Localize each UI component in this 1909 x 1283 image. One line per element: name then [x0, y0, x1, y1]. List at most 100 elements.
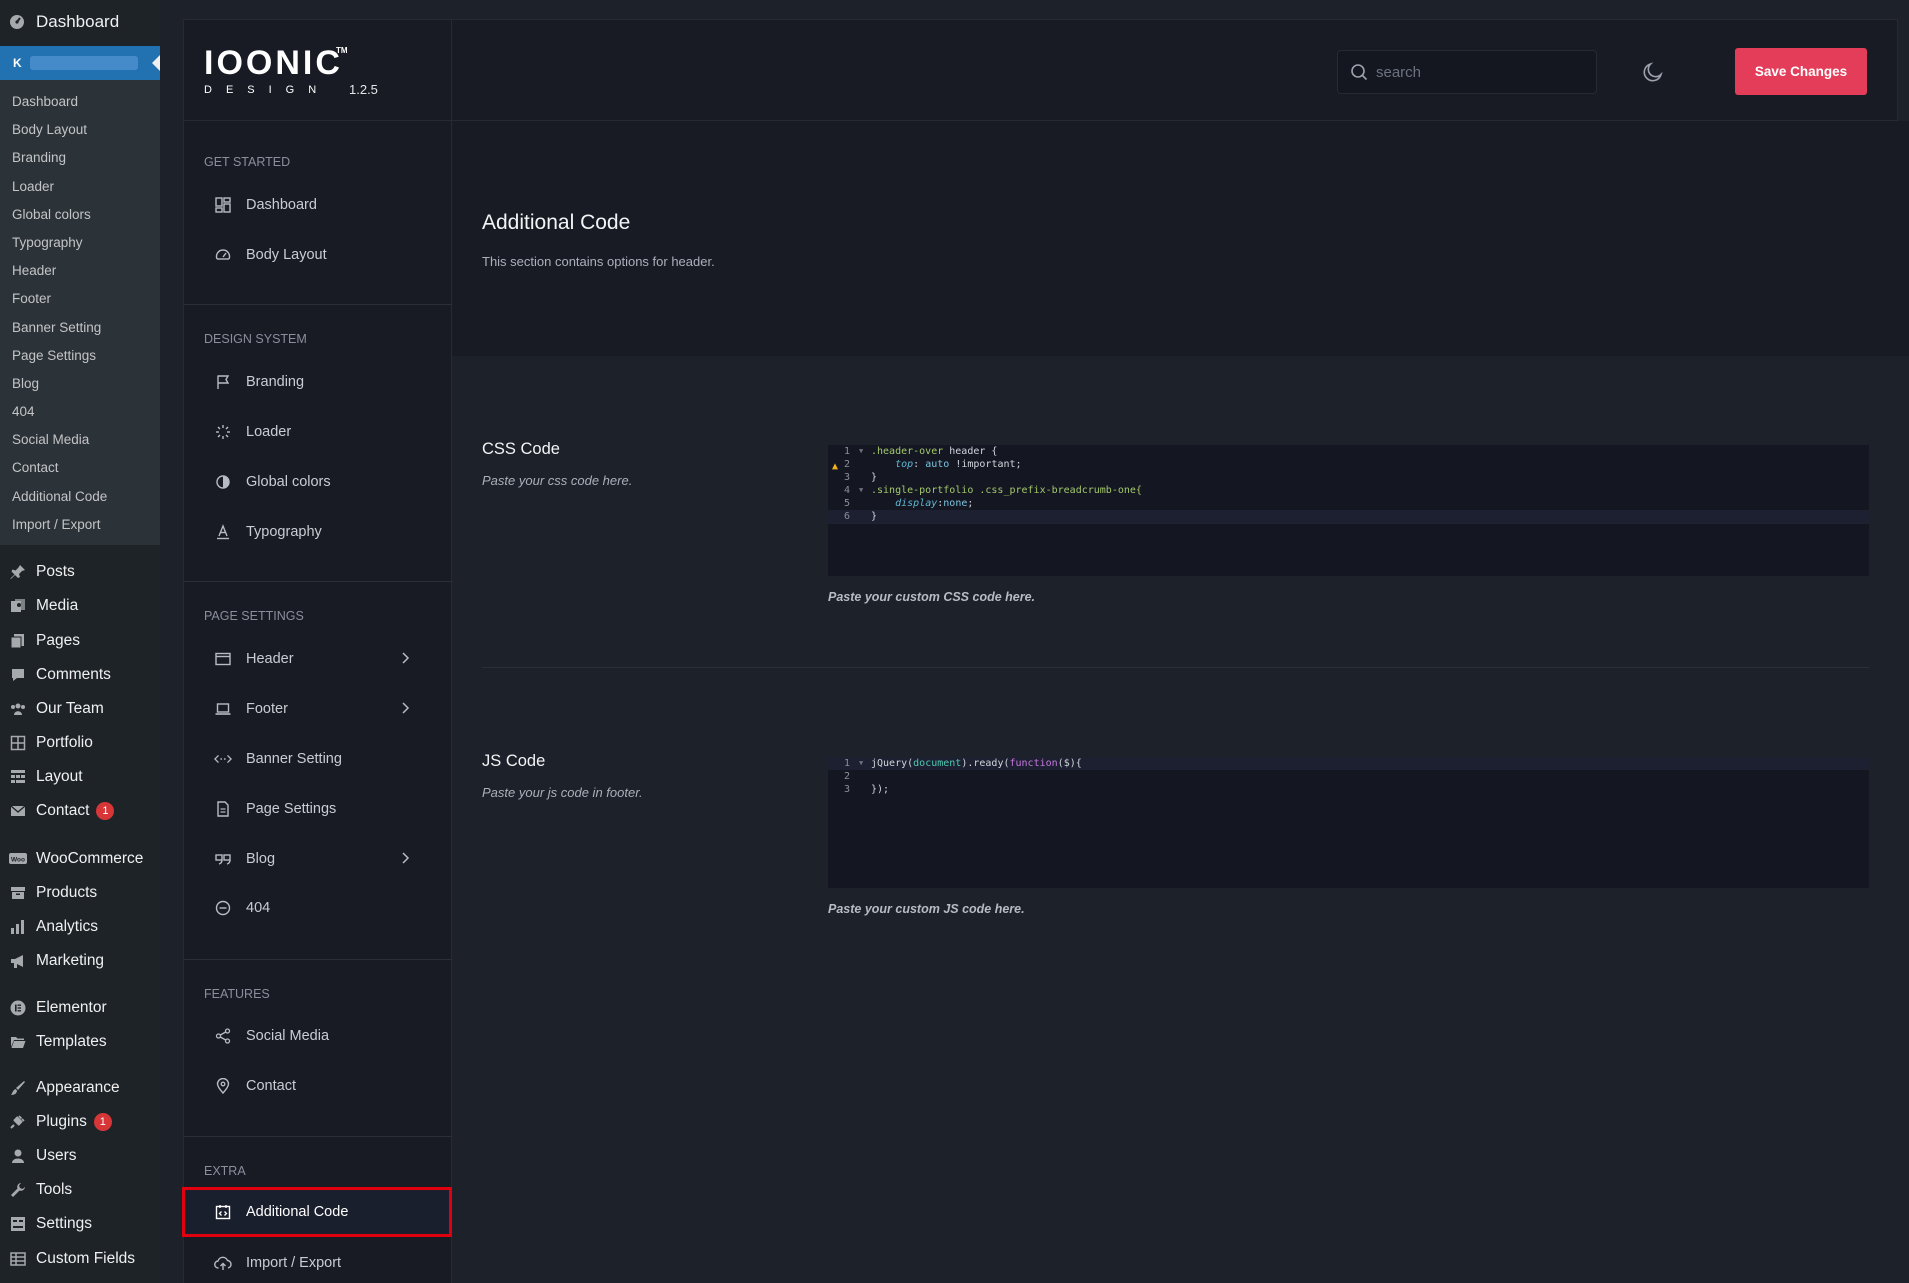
wp-menu-woocommerce[interactable]: Woo WooCommerce	[0, 849, 143, 869]
nav-item-contact[interactable]: Contact	[184, 1061, 452, 1111]
wp-submenu-loader[interactable]: Loader	[0, 173, 160, 201]
wp-menu-media[interactable]: Media	[0, 596, 78, 616]
section-divider	[482, 667, 1869, 668]
wp-menu-custom-fields[interactable]: Custom Fields	[0, 1249, 135, 1269]
nav-item-page-settings[interactable]: Page Settings	[184, 784, 452, 834]
wp-menu-pages-label: Pages	[36, 632, 80, 649]
wp-submenu-blog[interactable]: Blog	[0, 370, 160, 398]
wrench-icon	[8, 1180, 28, 1200]
wp-menu-elementor-label: Elementor	[36, 999, 107, 1016]
wp-submenu-dashboard[interactable]: Dashboard	[0, 88, 160, 116]
code-line: jQuery(document).ready(function($){	[871, 757, 1082, 770]
wp-submenu-header[interactable]: Header	[0, 257, 160, 285]
save-changes-button[interactable]: Save Changes	[1735, 48, 1867, 95]
wp-menu-analytics-label: Analytics	[36, 918, 99, 935]
js-line-numbers: 1 2 3	[828, 757, 858, 796]
wp-menu-layout[interactable]: Layout	[0, 767, 83, 787]
nav-item-typography[interactable]: Typography	[184, 507, 452, 557]
wp-menu-woocommerce-label: WooCommerce	[36, 850, 144, 867]
nav-item-loader-label: Loader	[246, 424, 292, 440]
css-code-editor[interactable]: ▲ 1 2 3 4 5 6 ▼ ▼ .header-over header { …	[828, 445, 1869, 576]
wp-submenu-import-export[interactable]: Import / Export	[0, 511, 160, 539]
wp-submenu-404[interactable]: 404	[0, 398, 160, 426]
svg-text:Woo: Woo	[11, 857, 25, 864]
wp-submenu-page-settings[interactable]: Page Settings	[0, 342, 160, 370]
wp-menu-appearance[interactable]: Appearance	[0, 1078, 120, 1098]
fold-arrow-icon[interactable]: ▼	[859, 484, 863, 497]
wp-menu-marketing[interactable]: Marketing	[0, 951, 104, 971]
wp-menu-elementor[interactable]: Elementor	[0, 998, 107, 1018]
wp-submenu-typography[interactable]: Typography	[0, 229, 160, 257]
nav-item-branding[interactable]: Branding	[184, 357, 452, 407]
wp-menu-posts[interactable]: Posts	[0, 562, 75, 582]
nav-item-import-export[interactable]: Import / Export	[184, 1238, 452, 1283]
wp-submenu-additional-code[interactable]: Additional Code	[0, 483, 160, 511]
nav-item-404[interactable]: 404	[184, 883, 452, 933]
wp-menu-settings[interactable]: Settings	[0, 1214, 92, 1234]
nav-item-banner-setting[interactable]: Banner Setting	[184, 734, 452, 784]
chevron-right-icon	[400, 851, 410, 869]
typography-icon	[214, 523, 232, 541]
nav-item-additional-code[interactable]: Additional Code	[182, 1187, 452, 1237]
nav-item-social-media[interactable]: Social Media	[184, 1011, 452, 1061]
nav-group-title-get-started: GET STARTED	[204, 155, 291, 169]
wp-menu-comments[interactable]: Comments	[0, 665, 111, 685]
wp-menu-our-team[interactable]: Our Team	[0, 699, 104, 719]
wp-menu-products-label: Products	[36, 884, 98, 901]
nav-item-global-colors[interactable]: Global colors	[184, 457, 452, 507]
wp-menu-plugins-label: Plugins	[36, 1113, 87, 1130]
wp-submenu: Dashboard Body Layout Branding Loader Gl…	[0, 80, 160, 545]
wp-menu-pages[interactable]: Pages	[0, 631, 80, 651]
fold-arrow-icon[interactable]: ▼	[859, 757, 863, 770]
archive-box-icon	[8, 883, 28, 903]
js-code-editor[interactable]: 1 2 3 ▼ jQuery(document).ready(function(…	[828, 757, 1869, 888]
wp-menu-theme-options[interactable]: K	[0, 46, 160, 80]
wp-submenu-footer[interactable]: Footer	[0, 285, 160, 313]
wp-menu-plugins[interactable]: Plugins 1	[0, 1112, 112, 1132]
code-token: jQuery(	[871, 758, 914, 769]
wp-menu-dashboard-label: Dashboard	[36, 12, 120, 31]
paintbrush-icon	[8, 1078, 28, 1098]
wp-submenu-contact[interactable]: Contact	[0, 454, 160, 482]
blurred-menu-label	[30, 56, 138, 70]
wp-submenu-branding[interactable]: Branding	[0, 144, 160, 172]
contrast-icon	[214, 473, 232, 491]
table-fields-icon	[8, 1249, 28, 1269]
map-pin-icon	[214, 1077, 232, 1095]
nav-item-branding-label: Branding	[246, 374, 305, 390]
wp-menu-products[interactable]: Products	[0, 883, 97, 903]
wp-submenu-social-media[interactable]: Social Media	[0, 426, 160, 454]
wp-menu-portfolio[interactable]: Portfolio	[0, 733, 93, 753]
wp-submenu-banner-setting[interactable]: Banner Setting	[0, 314, 160, 342]
theme-options-nav: GET STARTED Dashboard Body Layout DESIGN…	[182, 121, 452, 1283]
wp-menu-posts-label: Posts	[36, 563, 75, 580]
dark-mode-toggle[interactable]	[1639, 58, 1667, 86]
line-number: 3	[843, 472, 850, 483]
line-number: 1	[843, 758, 850, 769]
wp-menu-tools[interactable]: Tools	[0, 1180, 72, 1200]
wp-submenu-body-layout[interactable]: Body Layout	[0, 116, 160, 144]
theme-k-badge: K	[13, 56, 22, 70]
search-box[interactable]	[1337, 50, 1597, 94]
wp-menu-contact[interactable]: Contact 1	[0, 801, 115, 821]
editor-empty-area	[828, 523, 1869, 576]
nav-item-footer[interactable]: Footer	[184, 684, 452, 734]
nav-item-header[interactable]: Header	[184, 634, 452, 684]
dashboard-grid-icon	[214, 196, 232, 214]
wp-submenu-global-colors[interactable]: Global colors	[0, 201, 160, 229]
nav-item-page-settings-label: Page Settings	[246, 801, 337, 817]
document-icon	[214, 800, 232, 818]
nav-item-body-layout[interactable]: Body Layout	[184, 230, 452, 280]
fold-arrow-icon[interactable]: ▼	[859, 445, 863, 458]
wp-menu-users[interactable]: Users	[0, 1146, 76, 1166]
nav-item-dashboard[interactable]: Dashboard	[184, 180, 452, 230]
line-number: 5	[843, 498, 850, 509]
code-line: }	[871, 472, 878, 483]
nav-item-blog[interactable]: Blog	[184, 834, 452, 884]
js-code-title: JS Code	[482, 752, 546, 770]
nav-item-loader[interactable]: Loader	[184, 407, 452, 457]
wp-menu-dashboard[interactable]: Dashboard	[0, 0, 160, 44]
wp-menu-analytics[interactable]: Analytics	[0, 917, 98, 937]
search-input[interactable]	[1376, 63, 1576, 81]
wp-menu-templates[interactable]: Templates	[0, 1032, 107, 1052]
